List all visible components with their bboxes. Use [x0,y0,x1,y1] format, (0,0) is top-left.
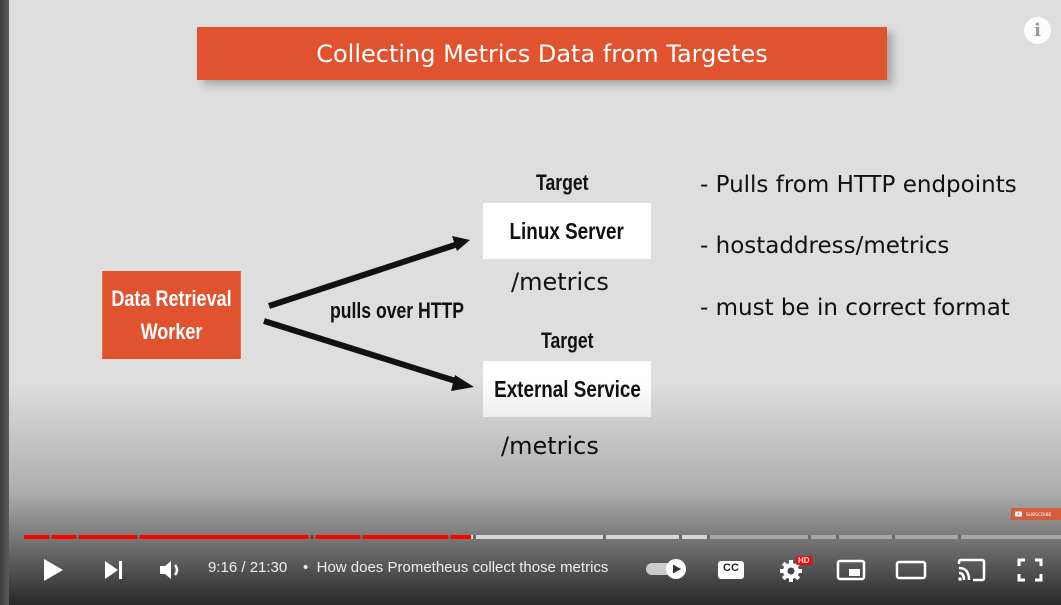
external-service-box: External Service [483,361,651,417]
progress-played [24,535,471,539]
time-display: 9:16 / 21:30 [208,559,288,576]
chapter-divider [76,535,79,539]
chapter-divider [49,535,52,539]
subtitles-button[interactable]: CC [714,555,748,585]
chapter-divider [360,535,363,539]
cast-button[interactable] [954,555,988,585]
chapter-divider [958,535,961,539]
settings-button[interactable]: HD [774,553,812,587]
target-label-1: Target [536,170,589,195]
svg-text:SUBSCRIBE: SUBSCRIBE [1026,512,1052,518]
chapter-divider [137,535,140,539]
chapter-divider [448,535,451,539]
cast-icon [957,558,986,582]
arrow-to-linux-server [268,241,459,309]
hd-badge: HD [796,556,812,565]
arrow-to-external-service [263,318,463,386]
external-service-label: External Service [493,375,641,402]
volume-icon [160,561,179,579]
external-service-metrics-path: /metrics [501,432,599,460]
next-icon [105,561,122,579]
theater-mode-button[interactable] [893,555,929,585]
fullscreen-icon [1017,558,1043,582]
subtitles-cc-text: CC [723,562,739,574]
arrowhead-external-service [451,375,474,391]
theater-icon [895,560,927,580]
chapter-divider [808,535,811,539]
chapter-divider [473,535,476,539]
autoplay-toggle-icon [646,559,686,579]
pulls-over-http-label: pulls over HTTP [330,298,464,323]
bullet-2: - hostaddress/metrics [700,233,950,259]
autoplay-toggle[interactable] [645,558,689,580]
volume-button[interactable] [155,555,187,585]
chapter-divider [892,535,895,539]
miniplayer-icon [836,559,866,581]
chapter-divider [603,535,606,539]
play-icon [44,559,63,581]
bullet-3: - must be in correct format [700,295,1010,321]
player-controls: 9:16 / 21:30 • How does Prometheus colle… [0,547,1061,593]
chapter-divider [707,535,710,539]
target-label-2: Target [541,328,594,353]
bullet-1: - Pulls from HTTP endpoints [700,172,1017,198]
chapter-divider [308,535,311,539]
chapter-divider [313,535,316,539]
subscribe-watermark-logo: SUBSCRIBE [1015,511,1052,518]
linux-server-label: Linux Server [509,217,625,244]
chapter-title[interactable]: • How does Prometheus collect those metr… [303,559,608,576]
play-button[interactable] [38,555,68,585]
linux-server-metrics-path: /metrics [511,268,609,296]
chapter-divider [679,535,682,539]
linux-server-box: Linux Server [483,203,651,259]
next-button[interactable] [98,555,128,585]
subscribe-watermark[interactable]: SUBSCRIBE [1011,508,1061,520]
miniplayer-button[interactable] [834,555,868,585]
chapter-divider [836,535,839,539]
progress-bar[interactable] [24,535,1061,539]
video-player[interactable]: Collecting Metrics Data from Targetes i … [0,0,1061,605]
chapter-title-text: How does Prometheus collect those metric… [316,559,609,576]
chapter-separator: • [303,559,309,576]
fullscreen-button[interactable] [1013,555,1047,585]
arrowhead-linux-server [452,236,470,251]
